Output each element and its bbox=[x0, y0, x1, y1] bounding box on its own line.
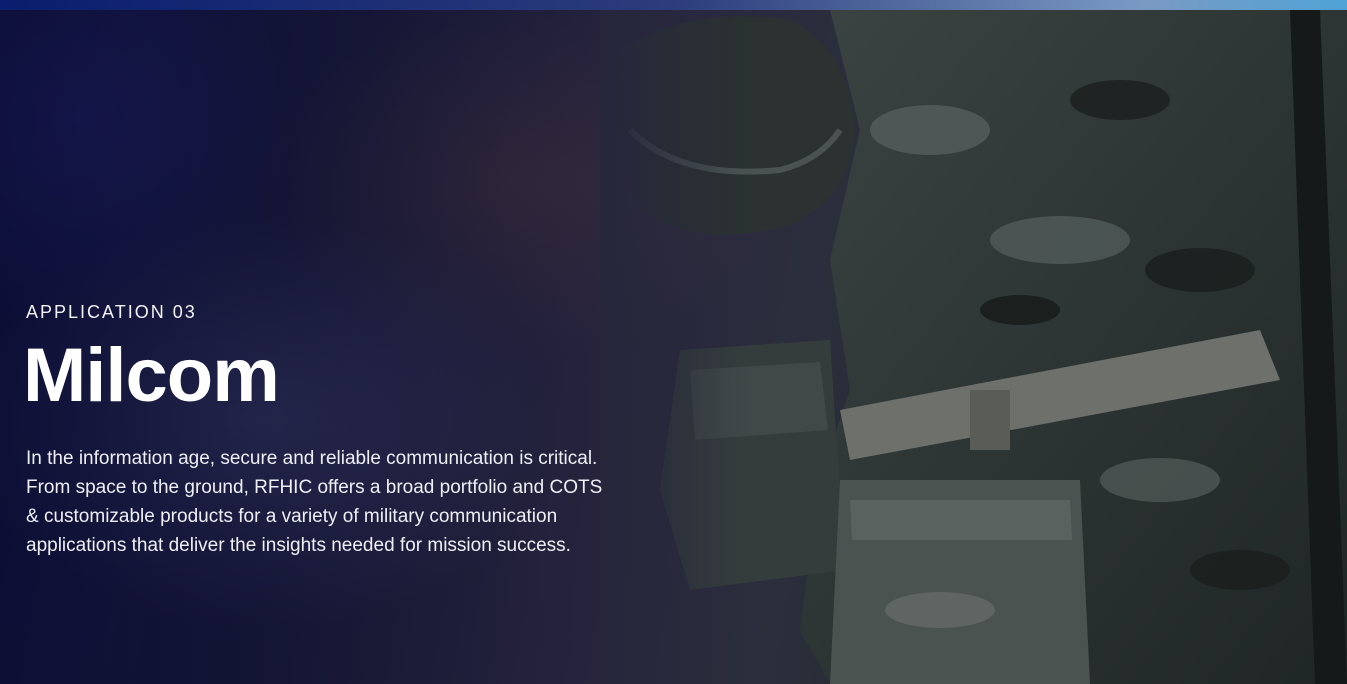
soldier-image bbox=[600, 10, 1347, 684]
page-title: Milcom bbox=[23, 333, 280, 418]
hero-description: In the information age, secure and relia… bbox=[26, 448, 603, 556]
hero-content: APPLICATION 03 Milcom In the information… bbox=[23, 302, 616, 560]
hero-section: APPLICATION 03 Milcom In the information… bbox=[0, 0, 1347, 684]
top-accent-strip bbox=[0, 0, 1347, 10]
application-label: APPLICATION 03 bbox=[26, 302, 197, 322]
